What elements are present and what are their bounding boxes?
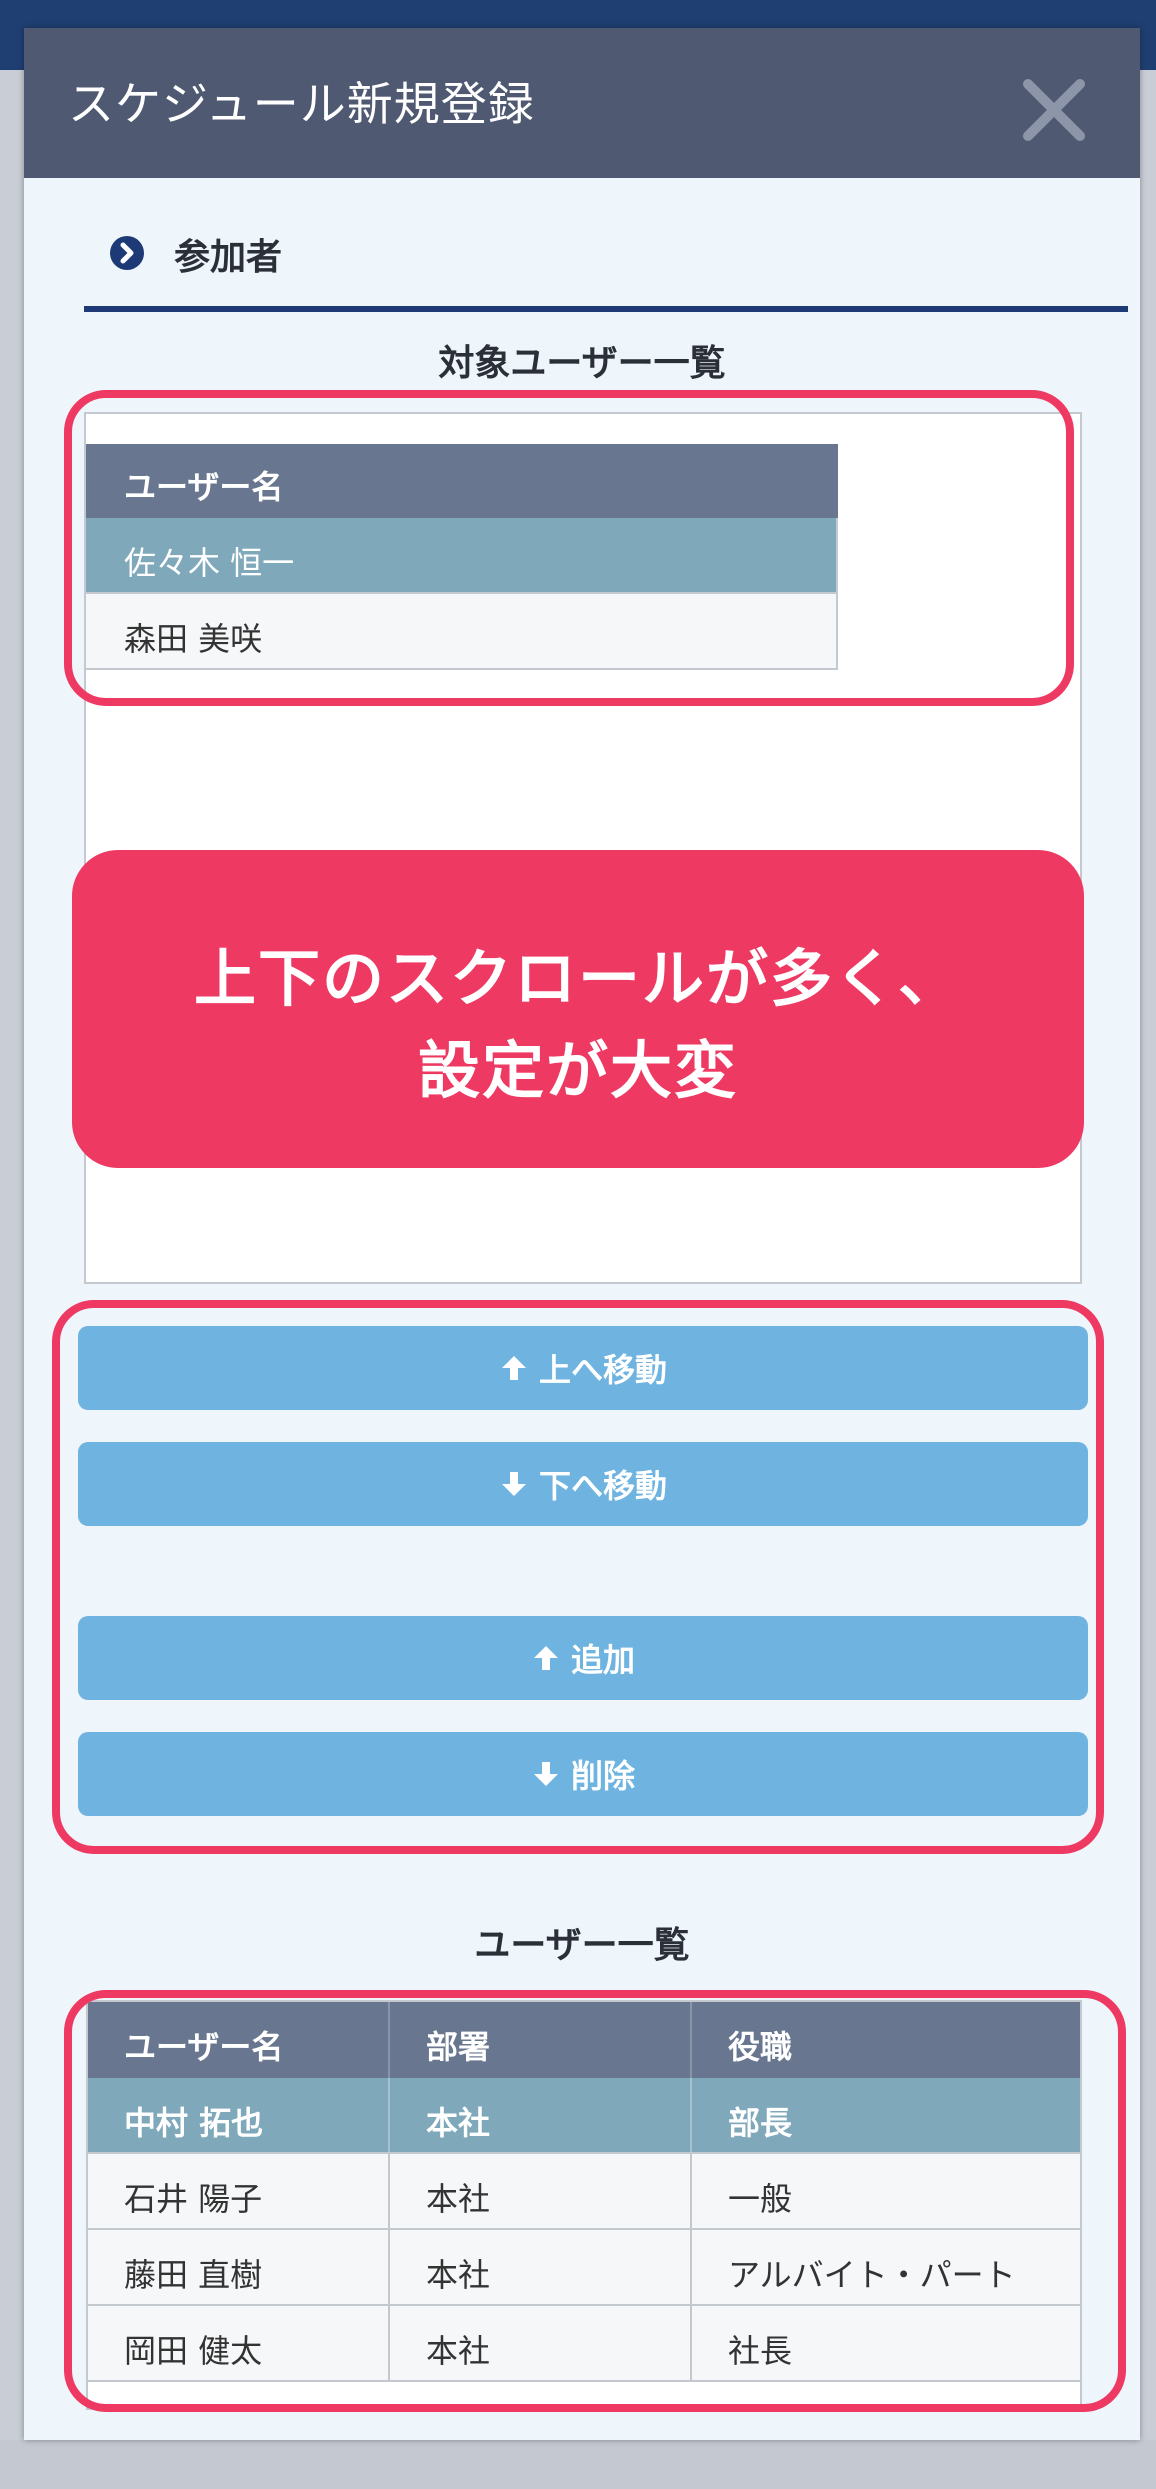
close-icon[interactable] — [1014, 70, 1094, 150]
annotation-callout: 上下のスクロールが多く、 設定が大変 — [72, 850, 1084, 1168]
chevron-right-circle-icon — [110, 236, 144, 270]
annotation-highlight-buttons — [52, 1300, 1104, 1854]
annotation-line-2: 設定が大変 — [417, 1034, 738, 1107]
modal-title: スケジュール新規登録 — [68, 77, 535, 131]
target-list-caption: 対象ユーザー一覧 — [438, 343, 726, 384]
background-app-bottom — [0, 2440, 1156, 2489]
annotation-highlight-target-list — [64, 390, 1074, 706]
annotation-line-1: 上下のスクロールが多く、 — [193, 942, 962, 1015]
participants-section-header: 参加者 — [84, 206, 1128, 312]
section-label: 参加者 — [174, 237, 283, 278]
user-list-caption: ユーザー一覧 — [474, 1925, 690, 1966]
annotation-highlight-user-table — [64, 1990, 1126, 2412]
modal-header: スケジュール新規登録 — [24, 28, 1140, 178]
screen: スケジュール新規登録 参加者 対象ユーザー一覧 ユーザー名 佐々木 恒一 森田 … — [0, 0, 1156, 2489]
background-app-right — [1140, 70, 1156, 2489]
